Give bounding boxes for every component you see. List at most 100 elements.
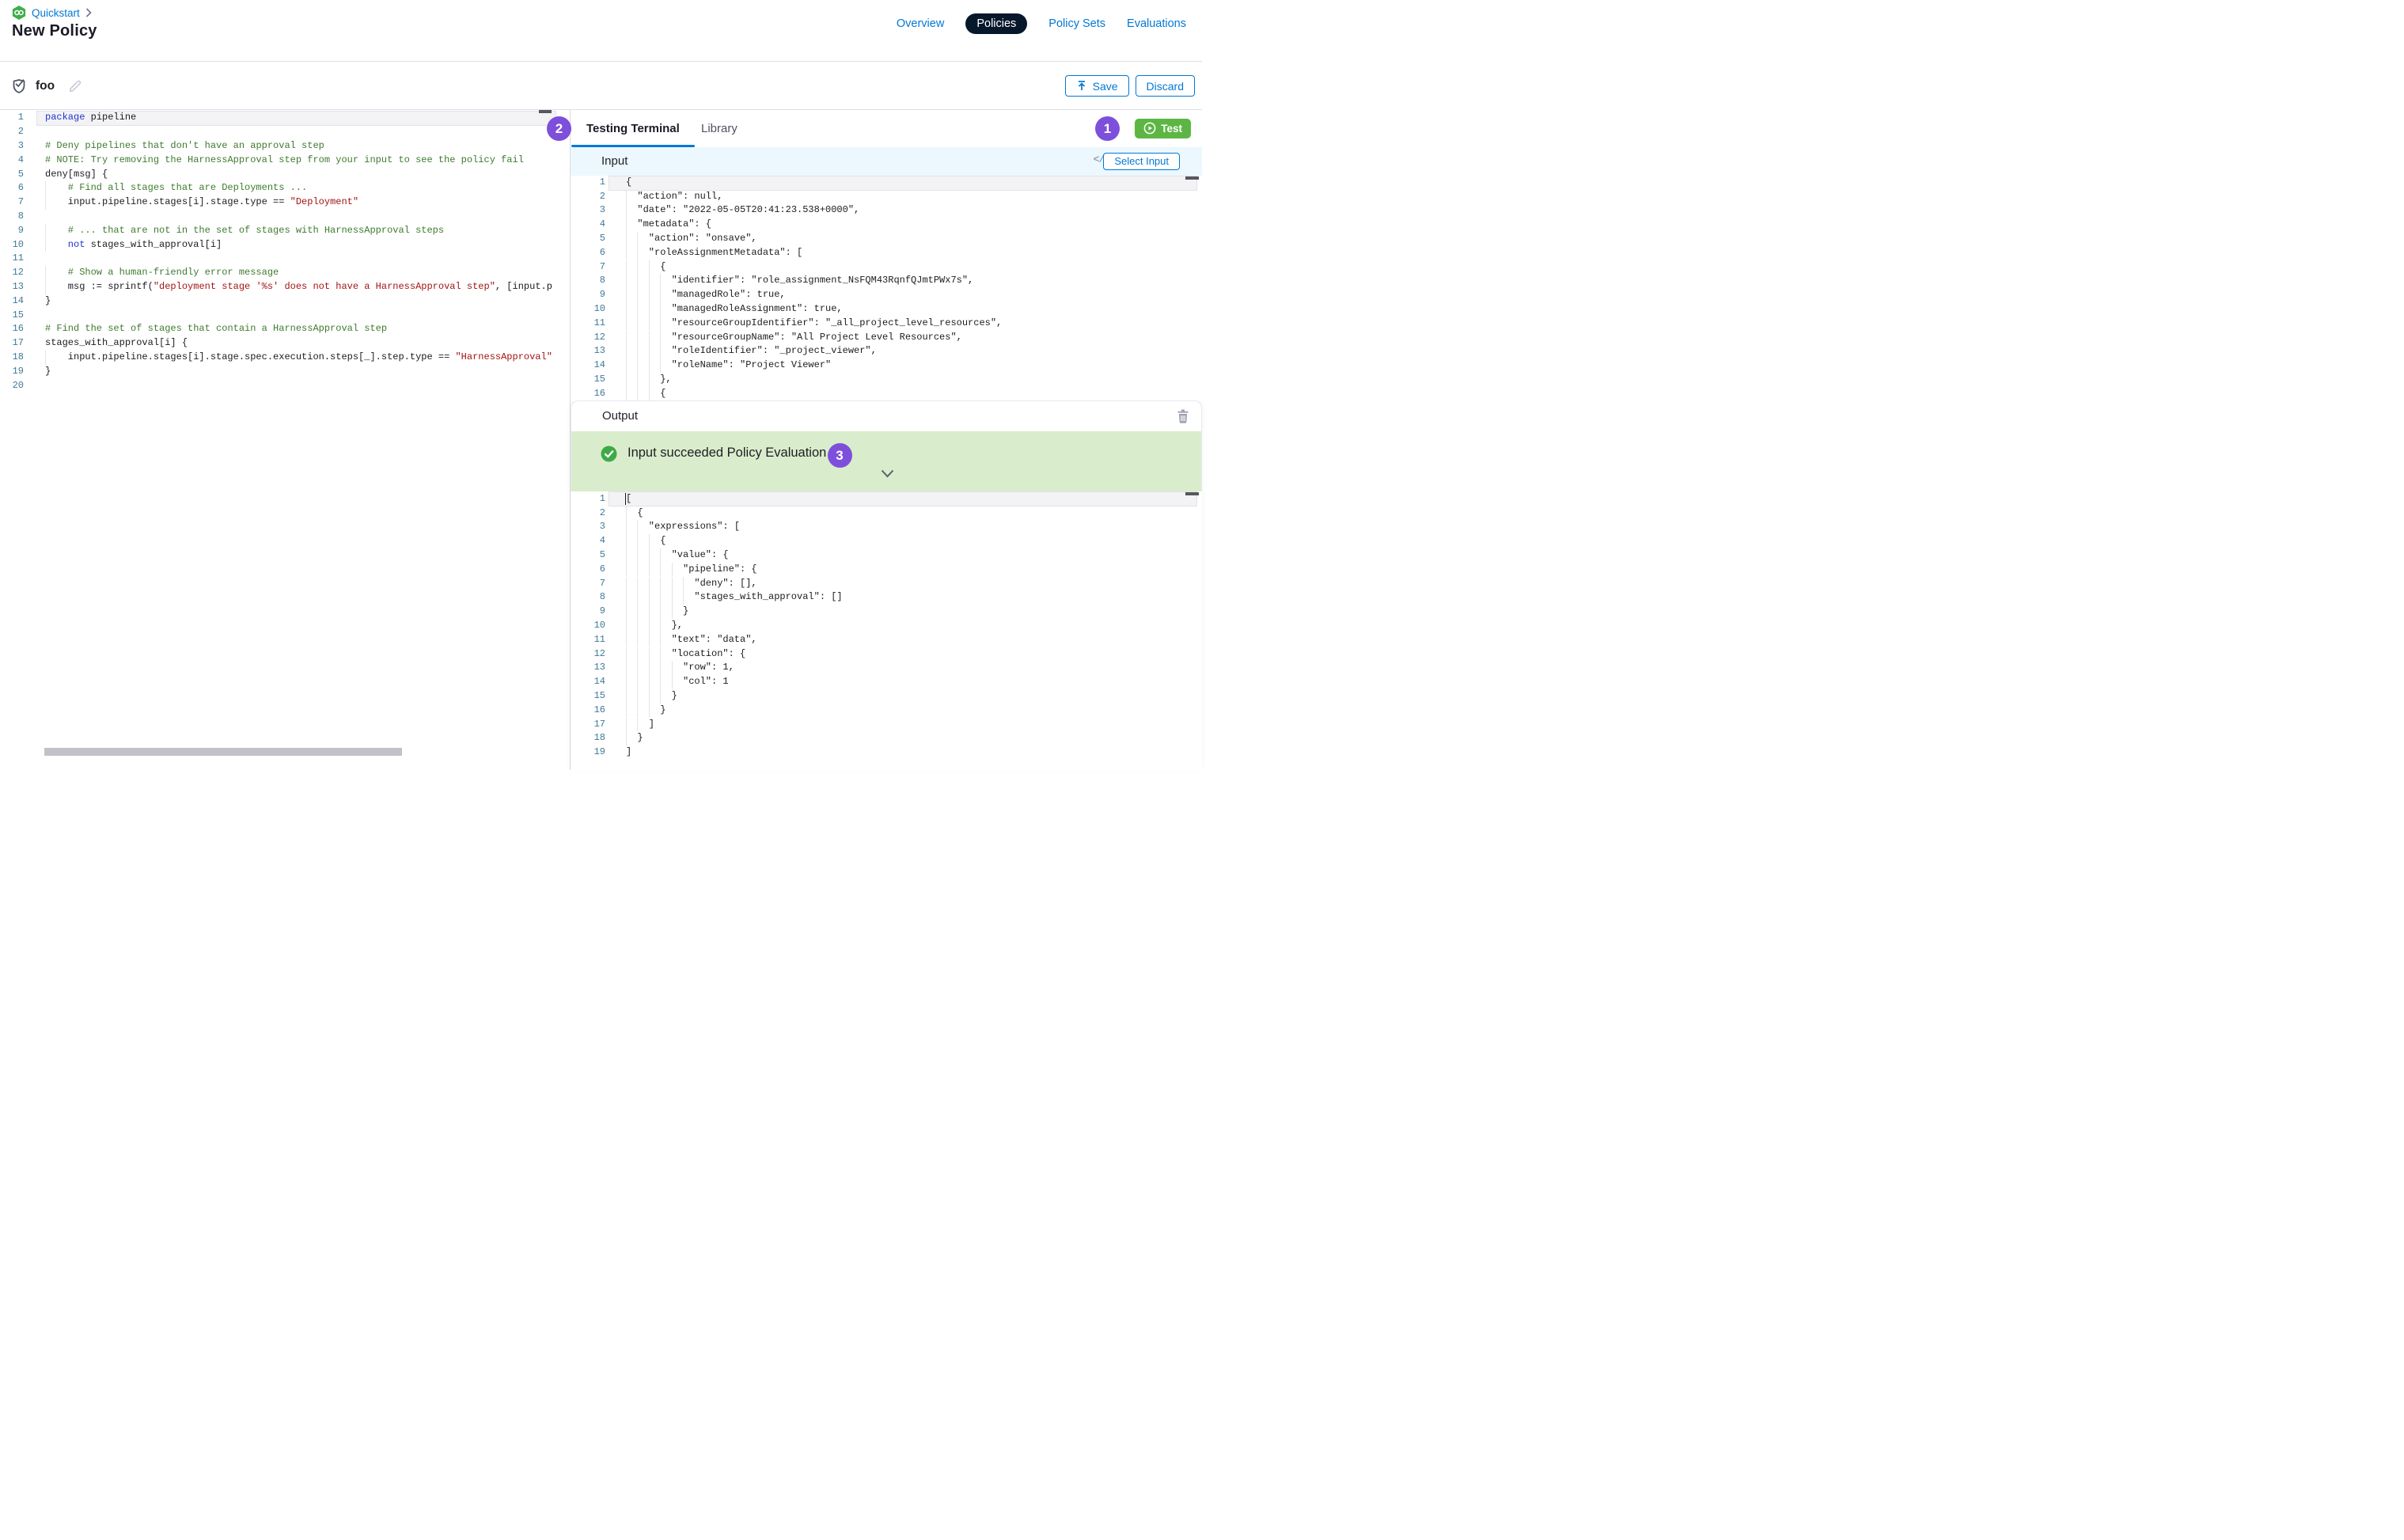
indent-guide xyxy=(626,577,627,591)
code-text: { xyxy=(660,260,665,275)
nav-policy-sets[interactable]: Policy Sets xyxy=(1048,13,1105,34)
edit-pencil-icon[interactable] xyxy=(68,78,83,93)
annotation-step-1: 1 xyxy=(1095,116,1120,141)
line-number: 19 xyxy=(571,745,605,760)
indent-guide xyxy=(626,605,627,619)
code-line: 17] xyxy=(571,718,1202,732)
indent-guide xyxy=(626,534,627,548)
line-number: 17 xyxy=(571,718,605,732)
code-line: 18input.pipeline.stages[i].stage.spec.ex… xyxy=(0,351,570,365)
indent-guide xyxy=(660,288,661,302)
indent-guide xyxy=(649,605,650,619)
indent-guide xyxy=(626,689,627,704)
line-number: 8 xyxy=(571,590,605,605)
line-number: 11 xyxy=(571,317,605,331)
code-line: 7input.pipeline.stages[i].stage.type == … xyxy=(0,195,570,210)
nav-evaluations[interactable]: Evaluations xyxy=(1127,13,1186,34)
line-number: 11 xyxy=(571,633,605,647)
panel-tabs: Testing Terminal Library 2 1 Test xyxy=(571,110,1202,147)
indent-guide xyxy=(660,331,661,345)
line-number: 1 xyxy=(571,492,605,506)
indent-guide xyxy=(626,288,627,302)
line-number: 10 xyxy=(571,302,605,317)
output-json-editor[interactable]: 1[2{3"expressions": [4{5"value": {6"pipe… xyxy=(571,491,1202,771)
shield-check-icon xyxy=(12,78,27,94)
code-line: 15} xyxy=(571,689,1202,704)
code-line: 1{ xyxy=(571,176,1202,190)
line-number: 7 xyxy=(0,195,24,210)
code-text: ] xyxy=(649,718,654,732)
indent-guide xyxy=(649,302,650,317)
indent-guide xyxy=(626,506,627,521)
indent-guide xyxy=(649,689,650,704)
indent-guide xyxy=(626,704,627,718)
chevron-down-icon[interactable] xyxy=(881,468,894,482)
code-line: 11 "resourceGroupIdentifier": "_all_proje… xyxy=(571,317,1202,331)
indent-guide xyxy=(660,274,661,288)
indent-guide xyxy=(660,689,661,704)
tab-library[interactable]: Library xyxy=(686,110,753,147)
indent-guide xyxy=(45,266,46,280)
indent-guide xyxy=(637,246,638,260)
select-input-button[interactable]: Select Input xyxy=(1103,153,1180,171)
code-text: stages_with_approval[i] { xyxy=(45,336,188,351)
indent-guide xyxy=(637,590,638,605)
policy-code-editor[interactable]: 1package pipeline23# Deny pipelines that… xyxy=(0,110,570,770)
code-text: # Deny pipelines that don't have an appr… xyxy=(45,139,324,154)
line-number: 14 xyxy=(0,294,24,309)
save-button[interactable]: Save xyxy=(1065,75,1129,97)
success-banner[interactable]: Input succeeded Policy Evaluation 3 xyxy=(571,431,1201,493)
tab-testing-terminal[interactable]: Testing Terminal xyxy=(571,110,695,147)
line-number: 9 xyxy=(0,224,24,238)
indent-guide xyxy=(626,203,627,218)
line-number: 3 xyxy=(571,520,605,534)
breadcrumb-quickstart-link[interactable]: Quickstart xyxy=(32,7,80,19)
output-section-header: Output xyxy=(571,401,1201,431)
indent-guide xyxy=(672,563,673,577)
indent-guide xyxy=(637,534,638,548)
indent-guide xyxy=(649,373,650,387)
indent-guide xyxy=(649,358,650,373)
code-line: 1[ xyxy=(571,492,1202,506)
code-text: "date": "2022-05-05T20:41:23.538+0000", xyxy=(637,203,859,218)
indent-guide xyxy=(626,675,627,689)
indent-guide xyxy=(660,675,661,689)
indent-guide xyxy=(626,218,627,232)
code-text: "resourceGroupIdentifier": "_all_project… xyxy=(672,317,1003,331)
discard-button[interactable]: Discard xyxy=(1136,75,1195,97)
nav-overview[interactable]: Overview xyxy=(897,13,944,34)
indent-guide xyxy=(626,373,627,387)
test-button[interactable]: Test xyxy=(1135,119,1191,138)
line-number: 5 xyxy=(571,548,605,563)
code-text: "col": 1 xyxy=(683,675,729,689)
code-line: 6"pipeline": { xyxy=(571,563,1202,577)
code-line: 14} xyxy=(0,294,570,309)
code-text: [ xyxy=(626,492,631,506)
code-line: 7"deny": [], xyxy=(571,577,1202,591)
code-text: "location": { xyxy=(672,647,746,662)
code-line: 6# Find all stages that are Deployments … xyxy=(0,181,570,195)
indent-guide xyxy=(637,718,638,732)
line-number: 16 xyxy=(571,704,605,718)
horizontal-scrollbar-thumb[interactable] xyxy=(44,748,402,756)
indent-guide xyxy=(637,260,638,275)
code-line: 11 xyxy=(0,252,570,266)
indent-guide xyxy=(649,288,650,302)
indent-guide xyxy=(626,302,627,317)
code-line: 2{ xyxy=(571,506,1202,521)
nav-policies[interactable]: Policies xyxy=(965,13,1027,34)
indent-guide xyxy=(626,331,627,345)
code-text: "roleAssignmentMetadata": [ xyxy=(649,246,802,260)
input-json-editor[interactable]: 1{2"action": null,3"date": "2022-05-05T2… xyxy=(571,176,1202,400)
indent-guide xyxy=(45,224,46,238)
harness-logo-icon xyxy=(12,6,26,20)
indent-guide xyxy=(649,548,650,563)
code-text: } xyxy=(660,704,665,718)
trash-icon[interactable] xyxy=(1177,409,1189,423)
indent-guide xyxy=(660,633,661,647)
code-text: not stages_with_approval[i] xyxy=(68,238,222,252)
indent-guide xyxy=(649,619,650,633)
indent-guide xyxy=(637,548,638,563)
code-line: 10not stages_with_approval[i] xyxy=(0,238,570,252)
line-number: 16 xyxy=(571,387,605,400)
